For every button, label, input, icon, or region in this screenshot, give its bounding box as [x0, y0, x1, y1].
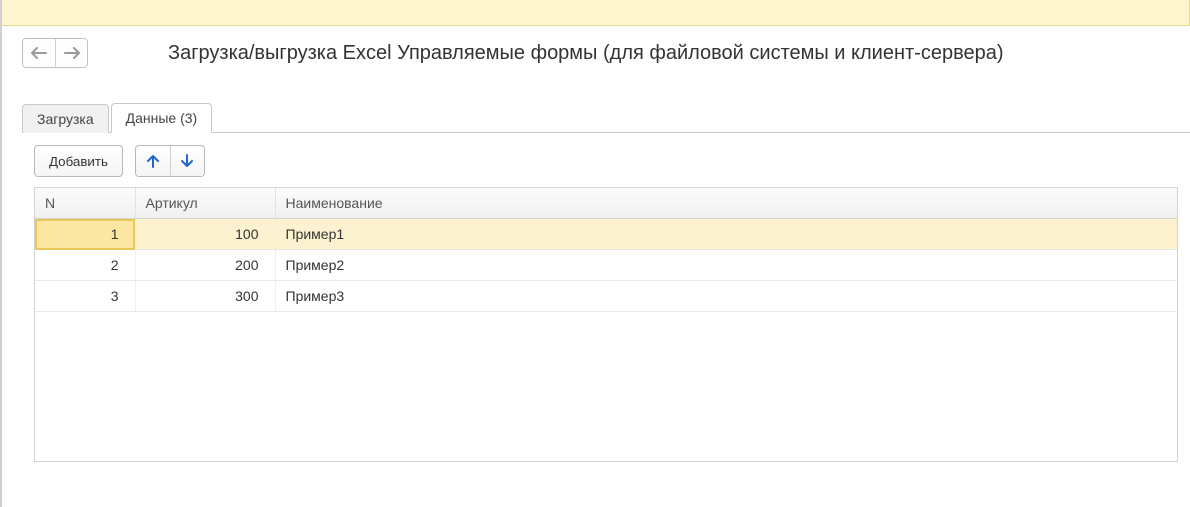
tab-load[interactable]: Загрузка — [22, 104, 109, 133]
page-title: Загрузка/выгрузка Excel Управляемые форм… — [88, 42, 1170, 65]
notification-bar — [2, 0, 1190, 26]
arrow-right-icon — [64, 47, 80, 59]
nav-back-button[interactable] — [23, 39, 55, 67]
col-header-art[interactable]: Артикул — [135, 188, 275, 219]
table-row[interactable]: 1 100 Пример1 — [35, 219, 1177, 250]
move-down-button[interactable] — [170, 146, 204, 176]
col-header-n[interactable]: N — [35, 188, 135, 219]
cell-art[interactable]: 100 — [135, 219, 275, 250]
nav-forward-button[interactable] — [55, 39, 87, 67]
col-header-name[interactable]: Наименование — [275, 188, 1177, 219]
table-row[interactable]: 2 200 Пример2 — [35, 250, 1177, 281]
arrow-down-icon — [181, 154, 193, 168]
cell-n[interactable]: 3 — [35, 281, 135, 312]
table-header-row: N Артикул Наименование — [35, 188, 1177, 219]
cell-name[interactable]: Пример2 — [275, 250, 1177, 281]
move-up-button[interactable] — [136, 146, 170, 176]
tab-data[interactable]: Данные (3) — [111, 103, 213, 133]
cell-n[interactable]: 2 — [35, 250, 135, 281]
tab-bar: Загрузка Данные (3) — [22, 102, 1190, 133]
data-table: N Артикул Наименование 1 100 Пример1 2 2… — [34, 187, 1178, 312]
cell-n[interactable]: 1 — [35, 219, 135, 250]
arrow-up-icon — [147, 154, 159, 168]
arrow-left-icon — [31, 47, 47, 59]
cell-name[interactable]: Пример1 — [275, 219, 1177, 250]
content-area: Загрузка Данные (3) Добавить N Артикул — [2, 72, 1190, 462]
table-empty-area[interactable] — [34, 312, 1178, 462]
cell-name[interactable]: Пример3 — [275, 281, 1177, 312]
add-button[interactable]: Добавить — [34, 145, 123, 177]
app-window: Загрузка/выгрузка Excel Управляемые форм… — [0, 0, 1190, 507]
toolbar: Добавить — [22, 133, 1190, 187]
cell-art[interactable]: 300 — [135, 281, 275, 312]
nav-button-group — [22, 38, 88, 68]
cell-art[interactable]: 200 — [135, 250, 275, 281]
header: Загрузка/выгрузка Excel Управляемые форм… — [2, 26, 1190, 72]
table-row[interactable]: 3 300 Пример3 — [35, 281, 1177, 312]
move-button-group — [135, 145, 205, 177]
